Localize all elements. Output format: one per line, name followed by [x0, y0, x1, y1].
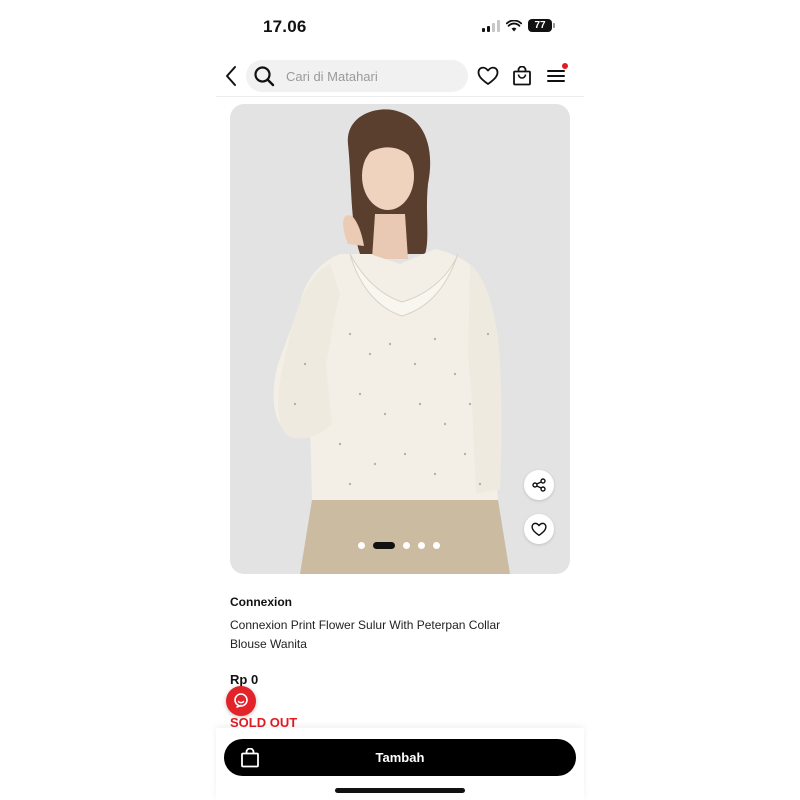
product-title: Connexion Print Flower Sulur With Peterp… — [230, 618, 501, 651]
add-to-bag-button[interactable]: Tambah — [224, 739, 576, 776]
favorite-button[interactable] — [524, 514, 554, 544]
menu-icon — [547, 70, 565, 82]
search-bar[interactable] — [246, 60, 468, 92]
bag-icon — [241, 748, 259, 768]
status-icons: 77 — [482, 19, 555, 32]
phone-screen: 17.06 77 Cari di Matahari Connexion Conn… — [216, 0, 584, 800]
share-icon — [532, 478, 546, 492]
back-button[interactable] — [222, 64, 242, 88]
add-button-label: Tambah — [375, 750, 425, 765]
heart-icon — [477, 66, 499, 85]
chat-icon — [234, 693, 248, 708]
carousel-dot[interactable] — [433, 542, 440, 549]
heart-icon — [531, 522, 547, 536]
wifi-icon — [506, 19, 522, 31]
product-price: Rp 0 — [230, 672, 259, 687]
share-button[interactable] — [524, 470, 554, 500]
carousel-dot-active[interactable] — [373, 542, 395, 549]
signal-icon — [482, 19, 500, 32]
status-time: 17.06 — [263, 17, 307, 36]
search-icon — [246, 65, 282, 87]
back-icon — [226, 66, 236, 86]
product-brand[interactable]: Connexion — [230, 595, 292, 609]
carousel-dot[interactable] — [403, 542, 410, 549]
header — [216, 58, 584, 94]
product-photo — [273, 109, 510, 574]
notification-dot — [562, 63, 568, 69]
carousel-dot[interactable] — [358, 542, 365, 549]
bag-icon — [513, 66, 531, 86]
shopping-bag-button[interactable] — [510, 64, 534, 88]
product-image-carousel[interactable] — [230, 104, 570, 574]
battery-icon: 77 — [528, 19, 555, 32]
menu-button[interactable] — [544, 63, 568, 88]
wishlist-button[interactable] — [476, 64, 500, 88]
search-input[interactable] — [286, 68, 456, 84]
home-indicator — [335, 788, 465, 793]
carousel-dots — [358, 542, 440, 549]
header-divider — [216, 96, 584, 97]
bottom-bar: Tambah — [216, 728, 584, 800]
chat-button[interactable] — [226, 686, 256, 716]
carousel-dot[interactable] — [418, 542, 425, 549]
